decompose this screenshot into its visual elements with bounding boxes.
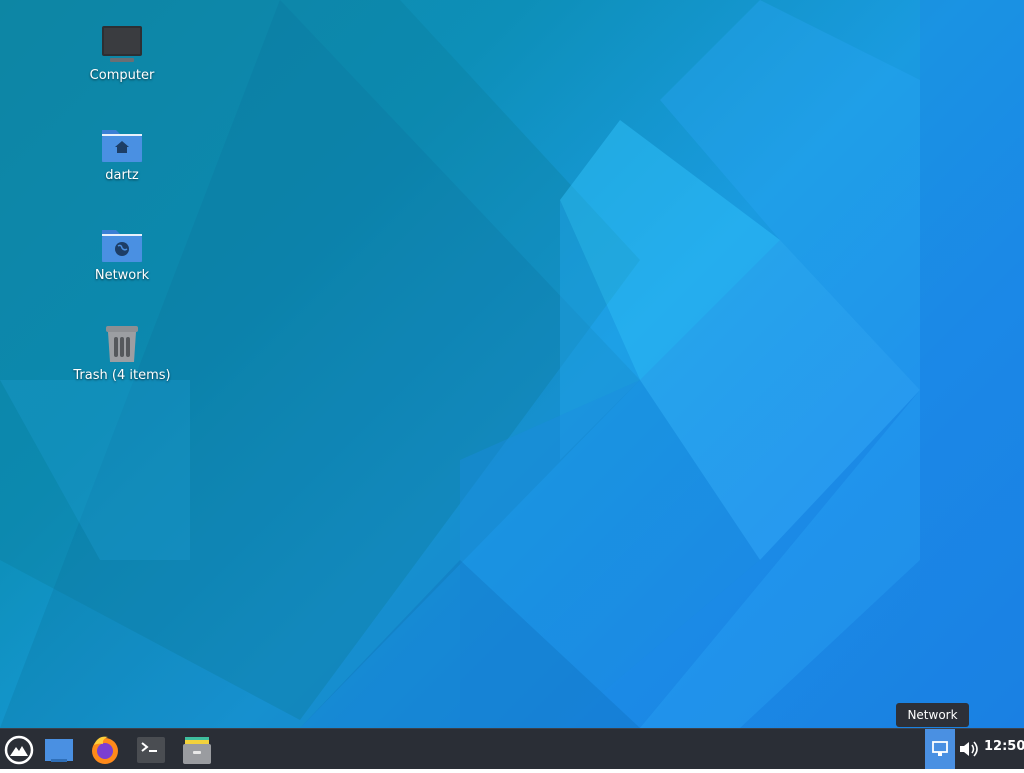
firefox-icon	[92, 736, 118, 764]
whisker-menu-button[interactable]	[2, 733, 36, 767]
computer-icon	[102, 26, 142, 62]
trash-icon	[106, 326, 138, 362]
show-desktop-button[interactable]	[42, 733, 76, 767]
show-desktop-icon	[45, 739, 73, 762]
network-folder-icon	[102, 230, 142, 262]
volume-icon	[960, 741, 978, 757]
whisker-menu-icon	[4, 735, 34, 765]
desktop-icon-trash[interactable]: Trash (4 items)	[67, 324, 177, 383]
network-tray-button[interactable]	[925, 729, 955, 769]
terminal-icon	[137, 737, 165, 763]
file-manager-icon	[183, 737, 211, 764]
taskbar: 12:50	[0, 728, 1024, 769]
desktop-icon-network[interactable]: Network	[67, 224, 177, 283]
firefox-launcher[interactable]	[88, 733, 122, 767]
file-manager-launcher[interactable]	[180, 733, 214, 767]
volume-button[interactable]	[958, 739, 980, 759]
desktop-icon-label: Computer	[89, 68, 155, 83]
desktop-background[interactable]: Computer dartz Network Trash (4 items)	[0, 0, 1024, 728]
home-folder-icon	[102, 130, 142, 162]
network-tray-icon	[932, 741, 948, 756]
desktop-icon-label: Network	[94, 268, 150, 283]
clock[interactable]: 12:50	[984, 739, 1024, 754]
terminal-launcher[interactable]	[134, 733, 168, 767]
desktop-icon-label: Trash (4 items)	[73, 368, 171, 383]
desktop-icon-computer[interactable]: Computer	[67, 24, 177, 83]
desktop-icon-home[interactable]: dartz	[67, 124, 177, 183]
desktop-icon-label: dartz	[105, 168, 139, 183]
network-tooltip: Network	[896, 703, 969, 727]
